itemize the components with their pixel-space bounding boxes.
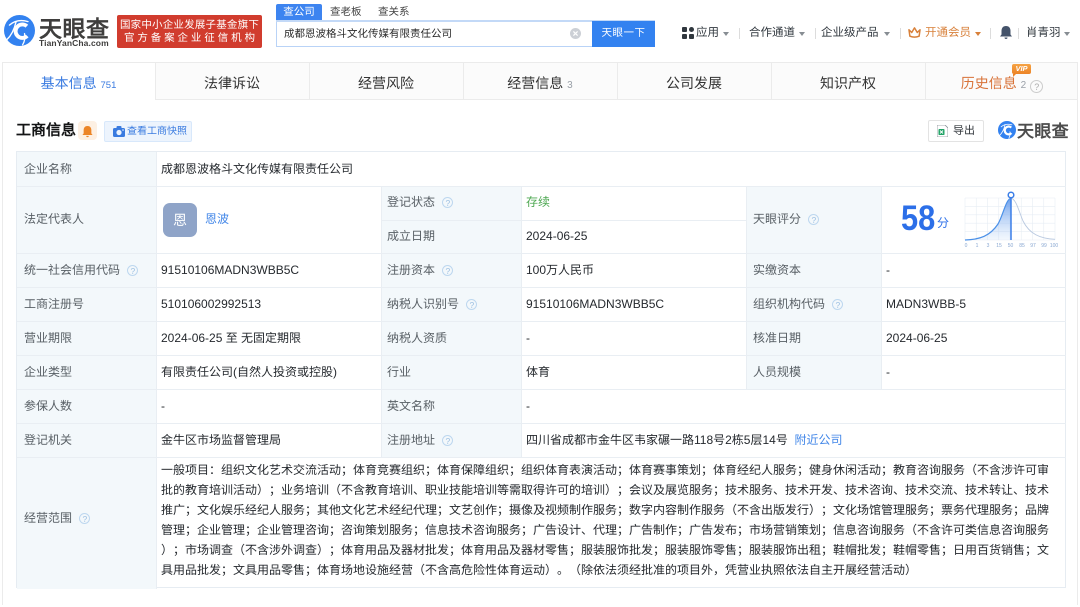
svg-text:1: 1: [976, 243, 979, 248]
svg-text:0: 0: [965, 243, 968, 248]
svg-text:15: 15: [996, 243, 1002, 248]
svg-text:99: 99: [1041, 243, 1047, 248]
svg-text:100: 100: [1050, 243, 1058, 248]
svg-text:50: 50: [1008, 243, 1014, 248]
svg-text:3: 3: [987, 243, 990, 248]
svg-text:85: 85: [1019, 243, 1025, 248]
svg-text:97: 97: [1030, 243, 1036, 248]
